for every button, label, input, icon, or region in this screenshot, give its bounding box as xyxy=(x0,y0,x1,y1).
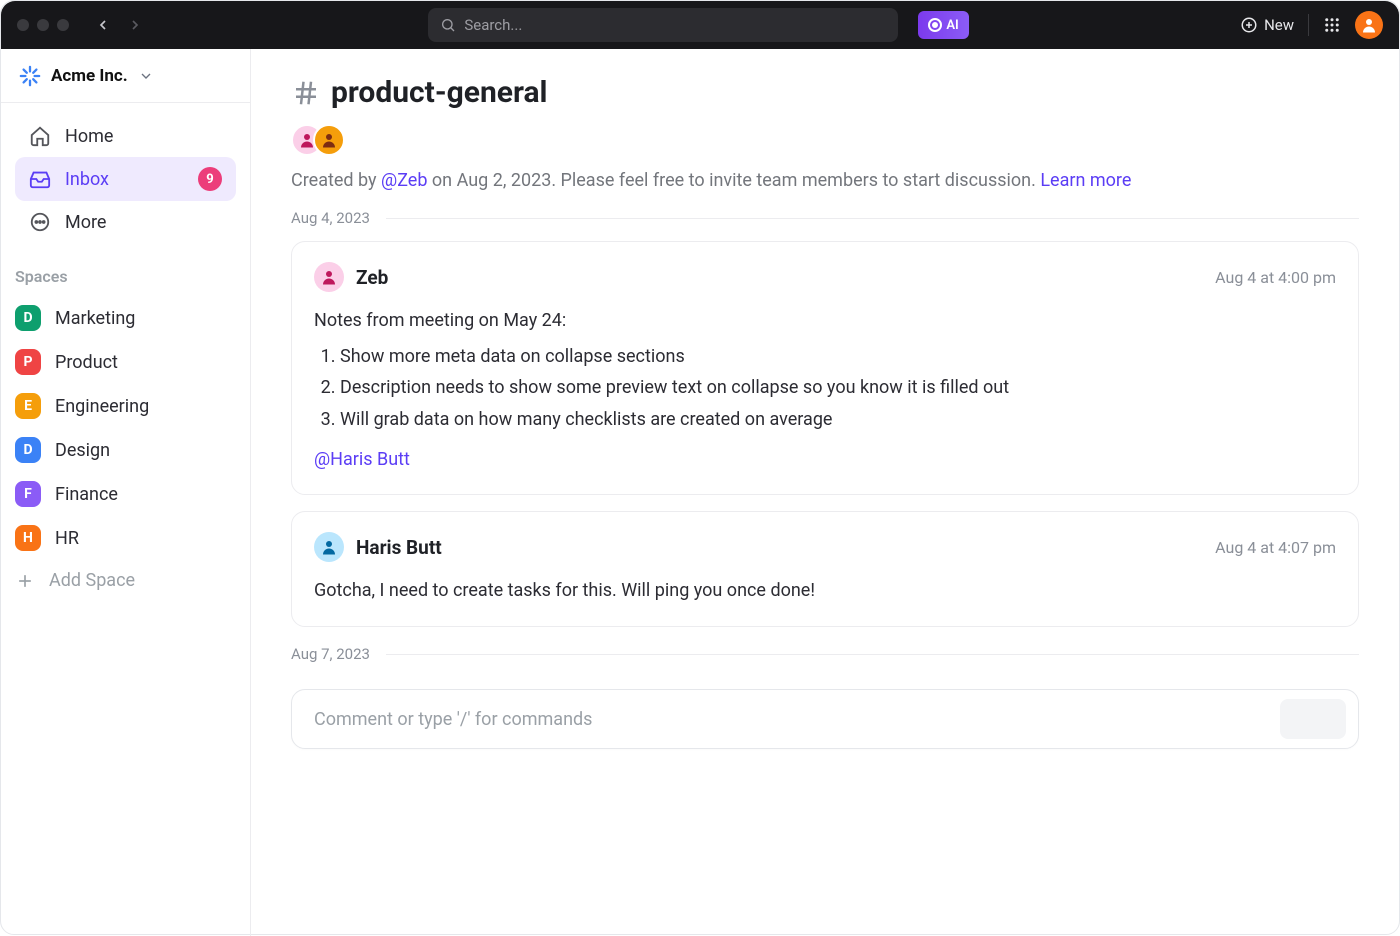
nav-more-label: More xyxy=(65,212,106,233)
user-avatar[interactable] xyxy=(1355,11,1383,39)
space-item[interactable]: H HR xyxy=(1,516,250,560)
apps-grid-icon[interactable] xyxy=(1323,16,1341,34)
inbox-icon xyxy=(29,168,51,190)
chevron-left-icon xyxy=(95,17,111,33)
channel-header: product-general Created by @Zeb on Aug 2… xyxy=(291,75,1359,191)
member-avatar xyxy=(313,124,345,156)
space-badge: D xyxy=(15,305,41,331)
list-item: Description needs to show some preview t… xyxy=(340,373,1336,403)
nav-inbox[interactable]: Inbox 9 xyxy=(15,157,236,201)
space-label: Marketing xyxy=(55,308,135,329)
inbox-badge: 9 xyxy=(198,167,222,191)
nav-more[interactable]: More xyxy=(15,201,236,243)
spaces-list: D Marketing P Product E Engineering D Design F Fi… xyxy=(1,296,250,560)
date-label: Aug 7, 2023 xyxy=(291,645,370,663)
message-author: Zeb xyxy=(356,266,388,289)
list-item: Show more meta data on collapse sections xyxy=(340,342,1336,372)
more-icon xyxy=(29,211,51,233)
workspace-logo-icon xyxy=(19,65,41,87)
nav-back-button[interactable] xyxy=(89,11,117,39)
learn-more-link[interactable]: Learn more xyxy=(1040,170,1131,191)
nav-arrows xyxy=(89,11,149,39)
message-avatar xyxy=(314,532,344,562)
spaces-heading: Spaces xyxy=(1,249,250,296)
message-card[interactable]: Zeb Aug 4 at 4:00 pm Notes from meeting … xyxy=(291,241,1359,495)
message-time: Aug 4 at 4:00 pm xyxy=(1215,268,1336,287)
nav-forward-button[interactable] xyxy=(121,11,149,39)
traffic-minimize[interactable] xyxy=(37,19,49,31)
message-card[interactable]: Haris Butt Aug 4 at 4:07 pm Gotcha, I ne… xyxy=(291,511,1359,627)
nav-home-label: Home xyxy=(65,126,113,147)
space-item[interactable]: E Engineering xyxy=(1,384,250,428)
message-body: Gotcha, I need to create tasks for this.… xyxy=(314,576,1336,606)
topbar-right: New xyxy=(1240,11,1383,39)
space-label: Finance xyxy=(55,484,118,505)
space-badge: D xyxy=(15,437,41,463)
comment-composer[interactable]: Comment or type '/' for commands xyxy=(291,689,1359,749)
space-badge: H xyxy=(15,525,41,551)
space-item[interactable]: D Marketing xyxy=(1,296,250,340)
date-divider: Aug 4, 2023 xyxy=(291,209,1359,227)
plus-icon xyxy=(15,571,35,591)
space-label: Product xyxy=(55,352,118,373)
space-badge: F xyxy=(15,481,41,507)
hash-icon xyxy=(291,78,321,108)
space-item[interactable]: F Finance xyxy=(1,472,250,516)
message-time: Aug 4 at 4:07 pm xyxy=(1215,538,1336,557)
date-divider: Aug 7, 2023 xyxy=(291,645,1359,663)
message-body: Notes from meeting on May 24: Show more … xyxy=(314,306,1336,474)
ai-icon xyxy=(928,18,942,32)
creator-mention[interactable]: @Zeb xyxy=(381,170,427,191)
space-label: Engineering xyxy=(55,396,149,417)
channel-description: Created by @Zeb on Aug 2, 2023. Please f… xyxy=(291,170,1359,191)
add-space-label: Add Space xyxy=(49,570,135,591)
channel-name: product-general xyxy=(331,75,548,110)
chevron-down-icon xyxy=(138,68,154,84)
message-avatar xyxy=(314,262,344,292)
search-placeholder: Search... xyxy=(464,16,522,34)
send-button[interactable] xyxy=(1280,699,1346,739)
search-icon xyxy=(440,17,456,33)
topbar: Search... AI New xyxy=(1,1,1399,49)
space-label: Design xyxy=(55,440,110,461)
user-mention[interactable]: @Haris Butt xyxy=(314,445,410,475)
separator xyxy=(1308,14,1309,36)
content: Acme Inc. Home Inbox 9 More Spaces D Mark… xyxy=(1,49,1399,936)
space-item[interactable]: D Design xyxy=(1,428,250,472)
window-traffic-lights xyxy=(17,19,69,31)
add-space-button[interactable]: Add Space xyxy=(1,560,250,601)
new-label: New xyxy=(1264,16,1294,34)
space-item[interactable]: P Product xyxy=(1,340,250,384)
message-author: Haris Butt xyxy=(356,536,442,559)
traffic-zoom[interactable] xyxy=(57,19,69,31)
home-icon xyxy=(29,125,51,147)
nav-primary: Home Inbox 9 More xyxy=(1,103,250,249)
plus-circle-icon xyxy=(1240,16,1258,34)
date-label: Aug 4, 2023 xyxy=(291,209,370,227)
new-button[interactable]: New xyxy=(1240,16,1294,34)
list-item: Will grab data on how many checklists ar… xyxy=(340,405,1336,435)
space-badge: P xyxy=(15,349,41,375)
space-label: HR xyxy=(55,528,79,549)
space-badge: E xyxy=(15,393,41,419)
traffic-close[interactable] xyxy=(17,19,29,31)
channel-members[interactable] xyxy=(291,124,1359,156)
person-icon xyxy=(1360,16,1378,34)
nav-home[interactable]: Home xyxy=(15,115,236,157)
workspace-name: Acme Inc. xyxy=(51,66,128,86)
composer-placeholder: Comment or type '/' for commands xyxy=(314,709,592,730)
sidebar: Acme Inc. Home Inbox 9 More Spaces D Mark… xyxy=(1,49,251,936)
workspace-switcher[interactable]: Acme Inc. xyxy=(1,49,250,103)
chevron-right-icon xyxy=(127,17,143,33)
search-input[interactable]: Search... xyxy=(428,8,898,42)
nav-inbox-label: Inbox xyxy=(65,169,109,190)
main: product-general Created by @Zeb on Aug 2… xyxy=(251,49,1399,936)
ai-label: AI xyxy=(946,18,958,33)
ai-button[interactable]: AI xyxy=(918,11,968,39)
